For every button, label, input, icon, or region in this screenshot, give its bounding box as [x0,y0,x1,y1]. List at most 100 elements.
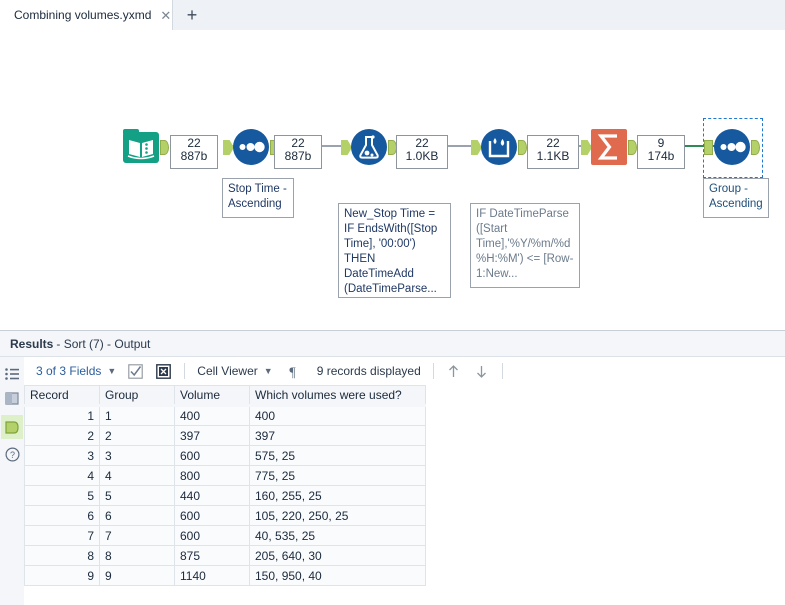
flask-icon [350,128,388,166]
table-cell[interactable]: 600 [174,445,250,466]
chevron-down-icon: ▼ [263,366,273,376]
annotation-sort-2: Group - Ascending [703,178,769,218]
table-cell[interactable]: 3 [24,445,100,466]
arrow-up-icon[interactable] [445,363,462,380]
table-cell[interactable]: 150, 950, 40 [249,565,426,586]
annotation-sort-1: Stop Time - Ascending [222,178,294,218]
table-cell[interactable]: 40, 535, 25 [249,525,426,546]
connection-label: 22 1.0KB [396,135,448,169]
workflow-tab[interactable]: Combining volumes.yxmd ✕ [0,0,173,30]
table-cell[interactable]: 1 [24,405,100,426]
results-grid[interactable]: Record Group Volume Which volumes were u… [24,385,785,605]
table-cell[interactable]: 7 [24,525,100,546]
book-icon [122,128,160,166]
table-cell[interactable]: 875 [174,545,250,566]
table-cell[interactable]: 1140 [174,565,250,586]
table-cell[interactable]: 3 [99,445,175,466]
connection-label: 22 887b [170,135,218,169]
table-cell[interactable]: 4 [24,465,100,486]
table-cell[interactable]: 1 [99,405,175,426]
toolbar-separator [432,363,434,379]
output-anchor[interactable] [160,140,169,155]
table-row[interactable]: 8 8 875 205, 640, 30 [24,545,426,566]
results-title-bar: Results - Sort (7) - Output [0,331,785,357]
table-cell[interactable]: 800 [174,465,250,486]
tab-bar: Combining volumes.yxmd ✕ + [0,0,785,31]
output-anchor[interactable] [518,140,527,155]
table-cell[interactable]: 600 [174,505,250,526]
output-anchor-icon[interactable] [1,415,23,439]
workflow-canvas[interactable]: 22 887b Stop Time - Ascending 22 887b Ne… [0,30,785,330]
table-row[interactable]: 3 3 600 575, 25 [24,445,426,466]
records-count-text: 9 records displayed [316,364,421,378]
fields-dropdown[interactable]: 3 of 3 Fields ▼ [36,364,116,378]
connection-label: 22 1.1KB [527,135,579,169]
results-table: Record Group Volume Which volumes were u… [24,385,426,586]
results-label: Results [10,336,54,351]
table-cell[interactable]: 2 [99,425,175,446]
arrow-down-icon[interactable] [473,363,490,380]
table-cell[interactable]: 400 [249,405,426,426]
results-detail: - Sort (7) - Output [56,336,151,351]
toolbar-separator [501,363,503,379]
column-header-group[interactable]: Group [99,385,175,407]
list-icon[interactable] [3,365,21,383]
table-cell[interactable]: 6 [24,505,100,526]
table-cell[interactable]: 205, 640, 30 [249,545,426,566]
table-cell[interactable]: 397 [249,425,426,446]
table-cell[interactable]: 9 [24,565,100,586]
output-anchor[interactable] [628,140,637,155]
table-cell[interactable]: 5 [24,485,100,506]
table-cell[interactable]: 775, 25 [249,465,426,486]
table-cell[interactable]: 2 [24,425,100,446]
table-cell[interactable]: 600 [174,525,250,546]
record-size: 1.1KB [536,149,570,163]
annotation-multi-row-formula: IF DateTimeParse ([Start Time],'%Y/%m/%d… [470,203,580,288]
table-cell[interactable]: 397 [174,425,250,446]
table-cell[interactable]: 5 [99,485,175,506]
results-toolbar: 3 of 3 Fields ▼ Cell Viewer ▼ ¶ 9 record… [24,357,785,386]
cell-viewer-label: Cell Viewer [197,364,258,378]
record-size: 887b [180,149,208,163]
table-row[interactable]: 1 1 400 400 [24,405,426,426]
plus-icon[interactable]: + [173,0,211,30]
data-profile-icon[interactable] [3,389,21,407]
table-row[interactable]: 2 2 397 397 [24,425,426,446]
column-header-record[interactable]: Record [24,385,100,407]
svg-text:¶: ¶ [289,365,296,379]
table-cell[interactable]: 400 [174,405,250,426]
close-icon[interactable]: ✕ [160,9,171,22]
table-row[interactable]: 6 6 600 105, 220, 250, 25 [24,505,426,526]
table-cell[interactable]: 4 [99,465,175,486]
table-cell[interactable]: 7 [99,525,175,546]
connection-label: 9 174b [637,135,685,169]
input-anchor[interactable] [704,140,713,155]
table-row[interactable]: 5 5 440 160, 255, 25 [24,485,426,506]
table-cell[interactable]: 440 [174,485,250,506]
table-cell[interactable]: 8 [99,545,175,566]
water-droplet-icon [480,128,518,166]
checkbox-icon[interactable] [127,363,144,380]
table-cell[interactable]: 6 [99,505,175,526]
sigma-icon [590,128,628,166]
table-cell[interactable]: 575, 25 [249,445,426,466]
table-cell[interactable]: 160, 255, 25 [249,485,426,506]
column-header-which-volumes[interactable]: Which volumes were used? [249,385,426,407]
column-header-volume[interactable]: Volume [174,385,250,407]
table-cell[interactable]: 105, 220, 250, 25 [249,505,426,526]
records-displayed-label: 9 records displayed [317,364,421,378]
results-rail: ? [0,357,25,605]
table-row[interactable]: 9 9 1140 150, 950, 40 [24,565,426,586]
record-size: 174b [647,149,675,163]
cell-viewer-dropdown[interactable]: Cell Viewer ▼ [197,364,272,378]
pilcrow-icon[interactable]: ¶ [284,363,301,380]
table-cell[interactable]: 8 [24,545,100,566]
table-row[interactable]: 4 4 800 775, 25 [24,465,426,486]
table-cell[interactable]: 9 [99,565,175,586]
sort-dots-icon [713,128,751,166]
table-row[interactable]: 7 7 600 40, 535, 25 [24,525,426,546]
help-icon[interactable]: ? [3,445,21,463]
svg-text:?: ? [9,450,14,460]
x-box-icon[interactable] [155,363,172,380]
output-anchor[interactable] [751,140,760,155]
